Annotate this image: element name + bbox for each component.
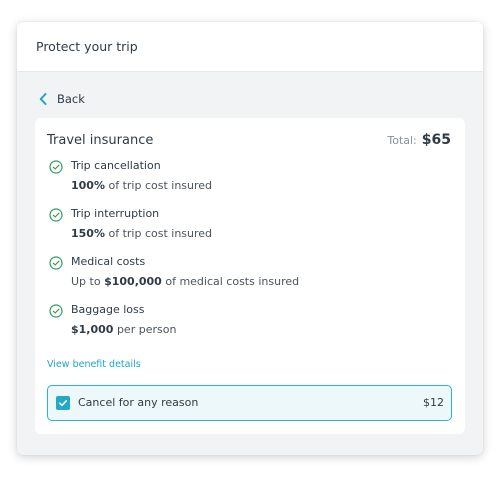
check-circle-icon: [49, 256, 63, 270]
chevron-left-icon: [39, 93, 47, 105]
travel-insurance-card: Travel insurance Total: $65 Trip cancell…: [35, 118, 465, 434]
benefit-description: 100% of trip cost insured: [71, 179, 213, 192]
card-title: Travel insurance: [47, 133, 154, 148]
cancel-any-reason-option[interactable]: Cancel for any reason $12: [47, 385, 452, 421]
total-amount: $65: [421, 132, 451, 148]
modal-title: Protect your trip: [36, 39, 138, 54]
benefit-name: Baggage loss: [71, 303, 145, 316]
checkbox-checked-icon[interactable]: [56, 396, 70, 410]
addon-label: Cancel for any reason: [78, 396, 199, 409]
benefit-description: $1,000 per person: [71, 323, 177, 336]
addon-price: $12: [423, 396, 444, 409]
total-label: Total:: [387, 134, 417, 147]
check-circle-icon: [49, 160, 63, 174]
back-button[interactable]: Back: [39, 92, 85, 106]
view-benefit-details-link[interactable]: View benefit details: [47, 359, 141, 370]
benefit-name: Trip interruption: [71, 207, 160, 220]
protect-trip-modal: Protect your trip Back Travel insurance …: [17, 22, 483, 455]
check-circle-icon: [49, 304, 63, 318]
check-circle-icon: [49, 208, 63, 222]
benefit-name: Trip cancellation: [71, 159, 161, 172]
back-label: Back: [57, 92, 85, 106]
modal-header: Protect your trip: [17, 22, 483, 72]
benefit-description: 150% of trip cost insured: [71, 227, 213, 240]
benefit-name: Medical costs: [71, 255, 146, 268]
total: Total: $65: [387, 132, 451, 148]
benefit-description: Up to $100,000 of medical costs insured: [71, 275, 300, 288]
